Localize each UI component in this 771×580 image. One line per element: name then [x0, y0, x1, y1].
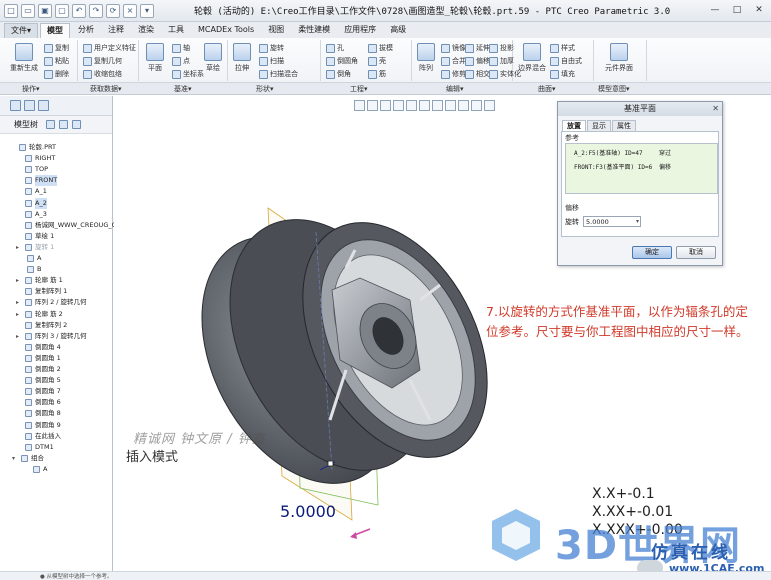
dialog-close-icon[interactable]: ✕ [712, 102, 719, 116]
cancel-button[interactable]: 取消 [676, 246, 716, 259]
author-watermark: 精诚网 钟文原 / 钟鑫 [133, 432, 266, 447]
reference-row[interactable]: FRONT:F3(基准平面) ID=6 偏移 [566, 161, 717, 174]
tab-placement[interactable]: 放置 [562, 120, 586, 131]
wheel-hub-model [201, 207, 488, 539]
cube-logo-icon [492, 509, 540, 561]
datum-plane-dialog: 基准平面 ✕ 放置 显示 属性 参考 A_2:F5(基准轴) ID=47 穿过 … [557, 101, 723, 266]
tolerance-one-place: X.X+-0.1 [592, 486, 655, 502]
rotation-label: 旋转 [565, 217, 579, 226]
reference-name: FRONT:F3(基准平面) ID=6 [574, 164, 653, 171]
insert-mode-label: 插入模式 [126, 450, 179, 465]
reference-name: A_2:F5(基准轴) ID=47 [574, 150, 643, 157]
rotation-value: 5.0000 [586, 218, 609, 226]
rotation-dimension[interactable]: 5.0000 [280, 502, 336, 521]
dialog-title: 基准平面 [624, 104, 656, 113]
offset-label: 偏移 [565, 204, 579, 212]
drag-handle[interactable] [327, 460, 334, 467]
dialog-title-bar: 基准平面 ✕ [558, 102, 722, 116]
references-list[interactable]: A_2:F5(基准轴) ID=47 穿过 FRONT:F3(基准平面) ID=6… [565, 143, 718, 194]
rotation-input[interactable]: 5.0000 ▾ [583, 216, 641, 227]
dialog-tabs: 放置 显示 属性 [558, 116, 722, 131]
ok-button[interactable]: 确定 [632, 246, 672, 259]
tab-display[interactable]: 显示 [587, 120, 611, 131]
reference-row[interactable]: A_2:F5(基准轴) ID=47 穿过 [566, 147, 717, 160]
reference-constraint[interactable]: 穿过 [659, 147, 671, 160]
site-logo-subtitle: 仿真在线 [651, 543, 731, 563]
reference-constraint[interactable]: 偏移 [659, 161, 671, 174]
status-message: ● 从模型树中选择一个参考。 [40, 574, 113, 580]
chevron-down-icon[interactable]: ▾ [636, 217, 639, 227]
direction-arrowhead [350, 532, 357, 539]
offset-row: 旋转 5.0000 ▾ [565, 216, 641, 227]
tutorial-annotation: 7.以旋转的方式作基准平面，以作为辐条孔的定位参考。尺寸要与你工程图中相应的尺寸… [486, 304, 749, 339]
tab-properties[interactable]: 属性 [612, 120, 636, 131]
references-label: 参考 [565, 134, 579, 142]
placement-panel: 参考 A_2:F5(基准轴) ID=47 穿过 FRONT:F3(基准平面) I… [561, 131, 719, 237]
status-bar: ● 从模型树中选择一个参考。 [0, 571, 771, 580]
